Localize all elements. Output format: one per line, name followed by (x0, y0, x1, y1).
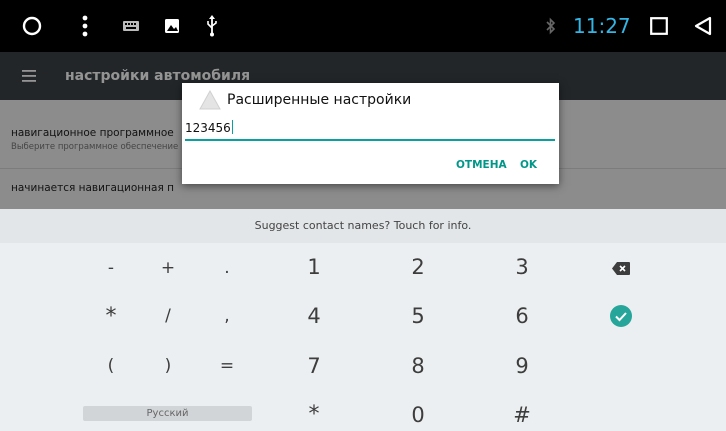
key-open-paren[interactable]: ( (96, 352, 126, 380)
key-plus[interactable]: + (153, 254, 183, 282)
key-asterisk-bottom[interactable]: * (299, 400, 329, 428)
status-clock: 11:27 (573, 14, 631, 38)
key-2[interactable]: 2 (401, 252, 435, 282)
key-4[interactable]: 4 (297, 301, 331, 331)
cancel-button[interactable]: ОТМЕНА (456, 159, 507, 171)
ok-button[interactable]: OK (520, 159, 537, 171)
key-6[interactable]: 6 (505, 301, 539, 331)
status-bar: 11:27 (0, 0, 726, 52)
triangle-back-icon[interactable] (692, 0, 714, 52)
enter-check-icon[interactable] (606, 302, 636, 330)
key-0[interactable]: 0 (401, 400, 435, 430)
key-minus[interactable]: - (96, 254, 126, 282)
key-period[interactable]: . (212, 254, 242, 282)
text-caret (231, 120, 233, 134)
keyboard-icon (121, 0, 141, 52)
square-recents-icon[interactable] (648, 0, 670, 52)
key-9[interactable]: 9 (505, 351, 539, 381)
advanced-settings-dialog: Расширенные настройки 123456 ОТМЕНА OK (182, 83, 559, 184)
key-hash[interactable]: # (505, 400, 539, 430)
key-8[interactable]: 8 (401, 351, 435, 381)
key-slash[interactable]: / (153, 302, 183, 330)
backspace-icon[interactable] (606, 254, 636, 282)
suggestion-bar[interactable]: Suggest contact names? Touch for info. (0, 209, 726, 243)
key-5[interactable]: 5 (401, 301, 435, 331)
key-7[interactable]: 7 (297, 351, 331, 381)
key-asterisk[interactable]: * (96, 302, 126, 330)
key-comma[interactable]: , (212, 302, 242, 330)
language-switch-key[interactable]: Русский (83, 406, 252, 421)
key-1[interactable]: 1 (297, 252, 331, 282)
circle-home-icon[interactable] (20, 0, 44, 52)
bluetooth-icon (544, 0, 558, 52)
input-value: 123456 (185, 121, 231, 135)
key-close-paren[interactable]: ) (153, 352, 183, 380)
overflow-dots-icon[interactable] (79, 0, 91, 52)
dialog-title: Расширенные настройки (227, 92, 412, 108)
key-equals[interactable]: = (212, 352, 242, 380)
key-3[interactable]: 3 (505, 252, 539, 282)
password-input[interactable]: 123456 (185, 119, 555, 141)
image-icon (163, 0, 181, 52)
warning-icon (199, 90, 221, 110)
usb-icon (204, 0, 220, 52)
